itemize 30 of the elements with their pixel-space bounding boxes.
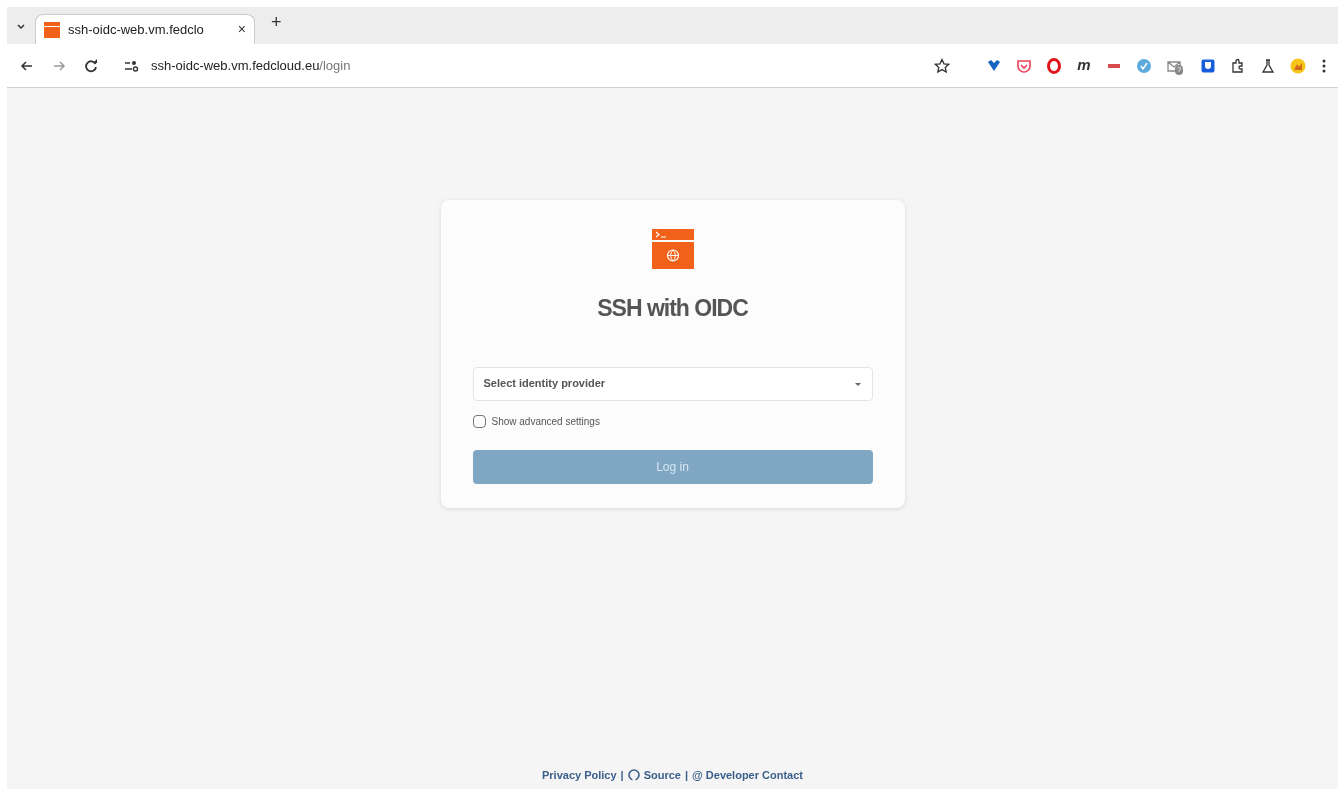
logo-icon (651, 229, 694, 269)
footer-link[interactable]: Privacy Policy (541, 766, 617, 783)
extensions-icon[interactable] (1230, 57, 1246, 74)
github-icon (627, 768, 640, 781)
profile-avatar-icon[interactable] (1290, 57, 1306, 74)
mail-extension-button[interactable]: ? (1166, 57, 1186, 74)
new-tab-button[interactable]: + (263, 8, 290, 36)
bookmark-star-icon[interactable] (934, 57, 950, 74)
badge: ? (1175, 64, 1184, 75)
separator: | (684, 767, 689, 783)
browser-tab[interactable]: ssh-oidc-web.vm.fedclo × (35, 14, 255, 44)
reload-icon[interactable] (83, 57, 99, 74)
identity-provider-select[interactable]: Select identity provider (472, 366, 873, 401)
app-title: SSH with OIDC (597, 294, 748, 323)
favicon-icon (44, 21, 60, 38)
flask-icon[interactable] (1260, 57, 1276, 74)
ring-icon[interactable] (1046, 57, 1062, 74)
shield-icon[interactable] (1200, 57, 1216, 74)
footer-link[interactable]: @ Developer Contact (692, 766, 803, 783)
menu-icon[interactable] (1322, 57, 1326, 74)
close-tab-button[interactable]: × (237, 19, 246, 40)
url-text: ssh-oidc-web.vm.fedcloud.eu/login (151, 56, 351, 75)
checkbox[interactable] (472, 414, 486, 428)
check-circle-icon[interactable] (1136, 57, 1152, 74)
extension-button[interactable]: m (1076, 54, 1092, 77)
checkbox-label: Show advanced settings (491, 414, 600, 429)
pocket-icon[interactable] (1016, 57, 1032, 74)
tab-title: ssh-oidc-web.vm.fedclo (68, 20, 204, 39)
separator: | (620, 767, 624, 783)
footer-link[interactable]: Source (643, 766, 681, 783)
